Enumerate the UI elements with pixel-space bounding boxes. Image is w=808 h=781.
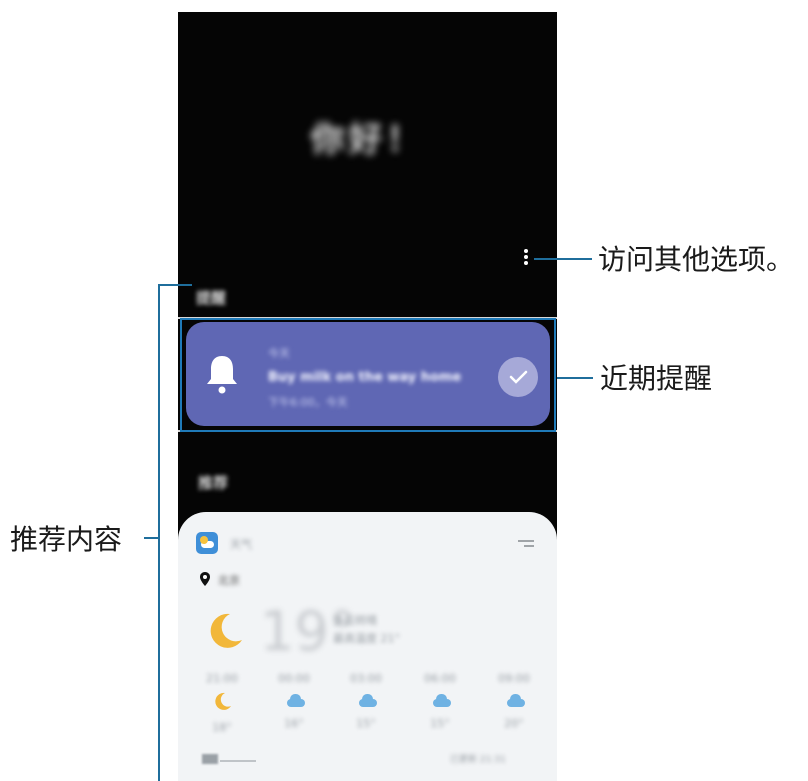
weather-updated: 已更新 21:31 xyxy=(450,755,506,765)
recommended-bracket-vertical xyxy=(158,284,160,781)
forecast-item: 21:00 18° xyxy=(202,672,242,734)
weather-location: 北京 xyxy=(218,574,240,587)
provider-line xyxy=(220,760,256,762)
more-options-annotation: 访问其他选项。 xyxy=(598,243,795,276)
forecast-temp: 16° xyxy=(284,717,304,730)
forecast-time: 09:00 xyxy=(498,672,530,685)
weather-high-temp: 最高温度 21° xyxy=(333,632,400,645)
recommended-callout-line xyxy=(144,537,158,539)
moon-icon xyxy=(215,692,231,710)
handle-icon[interactable] xyxy=(518,540,534,547)
forecast-time: 03:00 xyxy=(350,672,382,685)
weather-app-icon xyxy=(196,532,218,554)
forecast-item: 06:00 15° xyxy=(420,672,460,730)
cloud-icon xyxy=(355,694,377,707)
weather-app-label: 天气 xyxy=(230,538,252,551)
forecast-item: 00:00 16° xyxy=(274,672,314,730)
upcoming-reminder-annotation: 近期提醒 xyxy=(600,362,713,395)
forecast-temp: 15° xyxy=(356,717,376,730)
cloud-icon xyxy=(429,694,451,707)
forecast-time: 21:00 xyxy=(206,672,238,685)
greeting-text: 你好！ xyxy=(310,120,425,160)
reminders-section-label: 提醒 xyxy=(196,289,227,307)
forecast-temp: 20° xyxy=(504,717,524,730)
cloud-icon xyxy=(503,694,525,707)
cloud-icon xyxy=(283,694,305,707)
more-options-callout-line xyxy=(534,258,592,260)
reminder-callout-line xyxy=(557,377,593,379)
forecast-time: 06:00 xyxy=(424,672,456,685)
forecast-item: 03:00 15° xyxy=(346,672,386,730)
provider-logo xyxy=(202,754,218,764)
recommended-bracket-top xyxy=(158,284,192,286)
forecast-temp: 15° xyxy=(430,717,450,730)
forecast-time: 00:00 xyxy=(278,672,310,685)
more-options-icon[interactable] xyxy=(524,249,530,267)
forecast-temp: 18° xyxy=(212,721,232,734)
weather-card[interactable]: 天气 北京 19° 多云转晴 最高温度 21° 21:00 18° 00:00 xyxy=(178,512,557,781)
location-pin-icon xyxy=(200,572,210,586)
moon-icon xyxy=(210,613,242,648)
recommended-content-annotation: 推荐内容 xyxy=(10,523,123,556)
weather-condition: 多云转晴 xyxy=(333,614,377,627)
recommended-section-label: 推荐 xyxy=(198,474,229,492)
reminder-highlight-box xyxy=(180,318,556,432)
forecast-item: 09:00 20° xyxy=(494,672,534,730)
